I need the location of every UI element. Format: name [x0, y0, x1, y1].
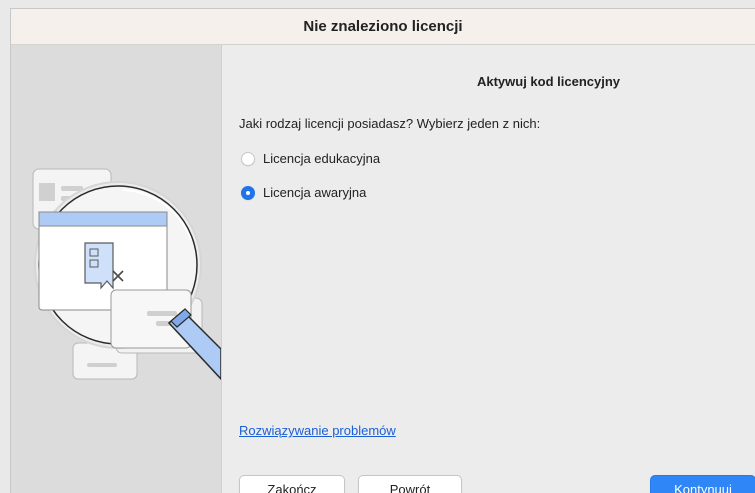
back-button[interactable]: Powrót — [358, 475, 462, 493]
radio-option-emergency[interactable]: Licencja awaryjna — [241, 185, 366, 200]
continue-button[interactable]: Kontynuuj — [650, 475, 755, 493]
section-heading: Aktywuj kod licencyjny — [476, 74, 621, 89]
radio-label-emergency: Licencja awaryjna — [263, 185, 367, 200]
radio-label-education: Licencja edukacyjna — [263, 151, 381, 166]
sidebar-illustration-panel — [11, 45, 222, 493]
radio-option-education[interactable]: Licencja edukacyjna — [241, 151, 380, 166]
window-title: Nie znaleziono licencji — [303, 18, 463, 35]
quit-button[interactable]: Zakończ — [239, 475, 345, 493]
license-type-question: Jaki rodzaj licencji posiadasz? Wybierz … — [239, 116, 541, 131]
troubleshooting-link[interactable]: Rozwiązywanie problemów — [239, 423, 396, 438]
radio-button-emergency[interactable] — [241, 185, 255, 200]
license-dialog: Nie znaleziono licencji Aktywuj kod lice… — [10, 8, 755, 493]
title-bar: Nie znaleziono licencji — [11, 9, 755, 45]
magnifier-illustration — [32, 168, 221, 381]
radio-button-education[interactable] — [241, 151, 255, 166]
main-content: Aktywuj kod licencyjny Jaki rodzaj licen… — [222, 45, 755, 493]
